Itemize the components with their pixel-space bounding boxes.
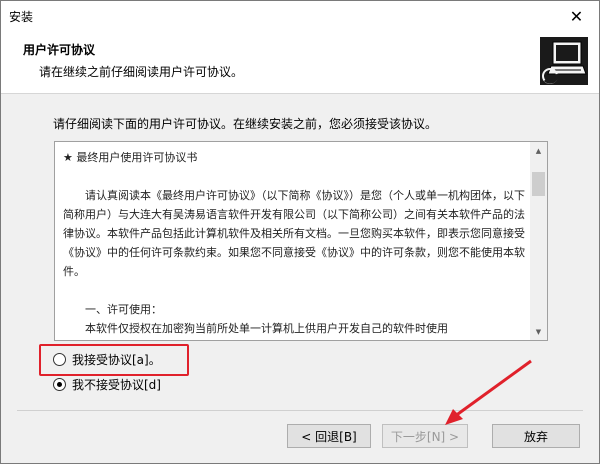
radio-unchecked-icon[interactable] — [53, 353, 66, 366]
page-subtitle: 请在继续之前仔细阅读用户许可协议。 — [39, 65, 244, 79]
back-button[interactable]: < 回退[B] — [287, 424, 371, 448]
license-scrollbar[interactable]: ▲ ▼ — [530, 142, 547, 340]
radio-checked-icon[interactable] — [53, 378, 66, 391]
installer-window: 安装 ✕ 用户许可协议 请在继续之前仔细阅读用户许可协议。 请仔细阅读下面的用户… — [0, 0, 600, 464]
license-heading: ★ 最终用户使用许可协议书 — [63, 151, 198, 164]
page-title: 用户许可协议 — [23, 43, 96, 57]
next-button[interactable]: 下一步[N] > — [382, 424, 468, 448]
license-section-text: 本软件仅授权在加密狗当前所处单一计算机上供用户开发自己的软件时使用 — [85, 322, 448, 335]
scroll-thumb[interactable] — [532, 172, 545, 196]
accept-radio[interactable]: 我接受协议[a]。 — [53, 351, 161, 368]
license-paragraph: 请认真阅读本《最终用户许可协议》（以下简称《协议》）是您（个人或单一机构团体，以… — [63, 189, 525, 278]
instruction-text: 请仔细阅读下面的用户许可协议。在继续安装之前，您必须接受该协议。 — [53, 117, 438, 131]
computer-install-icon — [540, 37, 588, 85]
accept-radio-label[interactable]: 我接受协议[a]。 — [72, 351, 161, 368]
license-content: ★ 最终用户使用许可协议书 请认真阅读本《最终用户许可协议》（以下简称《协议》）… — [63, 148, 525, 338]
license-section-title: 一、许可使用： — [85, 303, 162, 316]
decline-radio-label[interactable]: 我不接受协议[d] — [72, 376, 161, 393]
page-header: 用户许可协议 请在继续之前仔细阅读用户许可协议。 — [1, 31, 599, 94]
window-title: 安装 — [9, 10, 34, 24]
scroll-down-icon[interactable]: ▼ — [530, 323, 547, 340]
close-icon[interactable]: ✕ — [554, 1, 599, 31]
title-bar: 安装 ✕ — [1, 1, 599, 31]
license-textarea[interactable]: ★ 最终用户使用许可协议书 请认真阅读本《最终用户许可协议》（以下简称《协议》）… — [54, 141, 548, 341]
cancel-button[interactable]: 放弃 — [492, 424, 580, 448]
decline-radio[interactable]: 我不接受协议[d] — [53, 376, 161, 393]
scroll-up-icon[interactable]: ▲ — [530, 142, 547, 159]
footer-divider — [17, 410, 583, 411]
